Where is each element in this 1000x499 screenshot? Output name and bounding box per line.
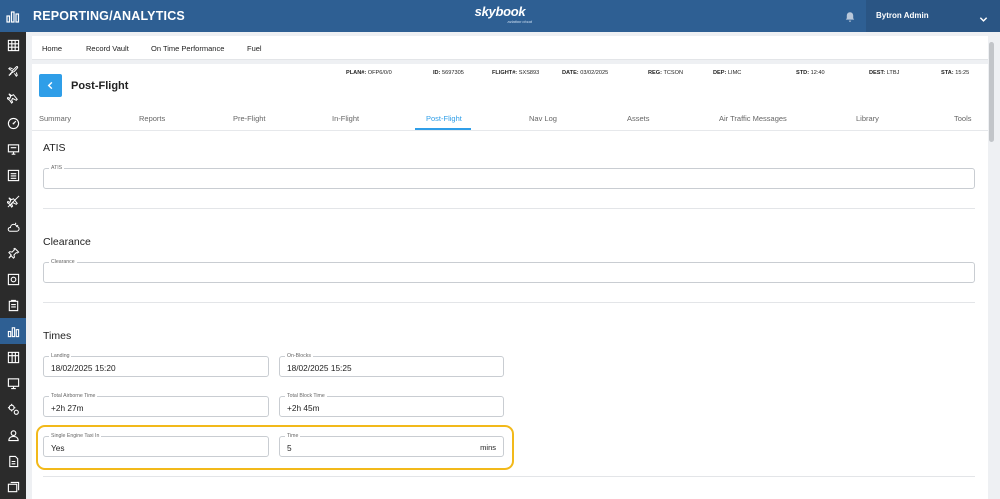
section-title-times: Times bbox=[43, 330, 72, 342]
clipboard-icon[interactable] bbox=[0, 292, 26, 318]
atis-field[interactable]: ATIS bbox=[43, 165, 975, 189]
clearance-field[interactable]: Clearance bbox=[43, 259, 975, 283]
app-title: REPORTING/ANALYTICS bbox=[33, 9, 185, 23]
plane-alt-icon[interactable] bbox=[0, 84, 26, 110]
info-dest: DEST: LTBJ bbox=[869, 70, 900, 76]
document-icon[interactable] bbox=[0, 448, 26, 474]
plane-icon[interactable] bbox=[0, 58, 26, 84]
info-id: ID: 5697305 bbox=[433, 70, 464, 76]
chevron-down-icon bbox=[979, 11, 988, 22]
section-divider bbox=[43, 302, 975, 303]
weather-icon[interactable] bbox=[0, 214, 26, 240]
subnav-record-vault[interactable]: Record Vault bbox=[86, 44, 129, 53]
top-bar: REPORTING/ANALYTICS skybook aviation clo… bbox=[0, 0, 1000, 32]
tabs-divider bbox=[32, 130, 988, 131]
total-airborne-time-label: Total Airborne Time bbox=[49, 393, 98, 399]
section-divider bbox=[43, 208, 975, 209]
brand-logo: skybook aviation cloud bbox=[468, 4, 532, 25]
sidebar bbox=[0, 32, 26, 499]
chart-box-icon[interactable] bbox=[0, 266, 26, 292]
back-button[interactable] bbox=[39, 74, 62, 97]
tab-in-flight[interactable]: In-Flight bbox=[332, 114, 359, 123]
atis-label: ATIS bbox=[49, 165, 65, 171]
landing-label: Landing bbox=[49, 353, 72, 359]
settings-icon[interactable] bbox=[0, 396, 26, 422]
user-menu[interactable]: Bytron Admin bbox=[866, 0, 1000, 32]
info-reg: REG: TCSON bbox=[648, 70, 684, 76]
brand-name: skybook bbox=[474, 4, 526, 19]
images-icon[interactable] bbox=[0, 474, 26, 499]
tab-pre-flight[interactable]: Pre-Flight bbox=[233, 114, 266, 123]
user-icon[interactable] bbox=[0, 422, 26, 448]
gauge-icon[interactable] bbox=[0, 110, 26, 136]
tab-summary[interactable]: Summary bbox=[39, 114, 71, 123]
total-airborne-time-value: +2h 27m bbox=[51, 403, 84, 413]
info-dep: DEP: LIMC bbox=[713, 70, 742, 76]
landing-value: 18/02/2025 15:20 bbox=[51, 363, 116, 373]
section-divider bbox=[43, 476, 975, 477]
brand-tagline: aviation cloud bbox=[507, 19, 532, 24]
list-icon[interactable] bbox=[0, 162, 26, 188]
clearance-label: Clearance bbox=[49, 259, 77, 265]
subnav-fuel[interactable]: Fuel bbox=[247, 44, 262, 53]
crossed-plane-icon[interactable] bbox=[0, 188, 26, 214]
highlight-box bbox=[36, 425, 514, 470]
info-sta: STA: 15:25 bbox=[941, 70, 970, 76]
notification-bell-icon[interactable] bbox=[844, 10, 856, 22]
section-title-clearance: Clearance bbox=[43, 236, 91, 248]
analytics-logo-icon[interactable] bbox=[0, 0, 26, 32]
info-flight: FLIGHT#: SXS893 bbox=[492, 70, 540, 76]
table-icon[interactable] bbox=[0, 344, 26, 370]
tab-library[interactable]: Library bbox=[856, 114, 879, 123]
subnav-home[interactable]: Home bbox=[42, 44, 62, 53]
total-block-time-field[interactable]: Total Block Time +2h 45m bbox=[279, 393, 504, 417]
tab-tools[interactable]: Tools bbox=[954, 114, 972, 123]
user-name: Bytron Admin bbox=[876, 11, 929, 20]
info-std: STD: 12:40 bbox=[796, 70, 825, 76]
page-title: Post-Flight bbox=[71, 80, 129, 92]
section-title-atis: ATIS bbox=[43, 142, 66, 154]
tab-post-flight[interactable]: Post-Flight bbox=[426, 114, 462, 123]
sub-navigation: Home Record Vault On Time Performance Fu… bbox=[32, 36, 988, 60]
on-blocks-value: 18/02/2025 15:25 bbox=[287, 363, 352, 373]
on-blocks-label: On-Blocks bbox=[285, 353, 313, 359]
tab-reports[interactable]: Reports bbox=[139, 114, 165, 123]
tab-air-traffic-messages[interactable]: Air Traffic Messages bbox=[719, 114, 787, 123]
vertical-scrollbar[interactable] bbox=[989, 42, 994, 142]
on-blocks-field[interactable]: On-Blocks 18/02/2025 15:25 bbox=[279, 353, 504, 377]
analytics-icon[interactable] bbox=[0, 318, 26, 344]
monitor-icon[interactable] bbox=[0, 136, 26, 162]
tab-nav-log[interactable]: Nav Log bbox=[529, 114, 557, 123]
grid-icon[interactable] bbox=[0, 32, 26, 58]
total-airborne-time-field[interactable]: Total Airborne Time +2h 27m bbox=[43, 393, 269, 417]
info-plan: PLAN#: OFP6/0/0 bbox=[346, 70, 392, 76]
subnav-on-time-performance[interactable]: On Time Performance bbox=[151, 44, 224, 53]
total-block-time-value: +2h 45m bbox=[287, 403, 320, 413]
info-date: DATE: 03/02/2025 bbox=[562, 70, 609, 76]
landing-field[interactable]: Landing 18/02/2025 15:20 bbox=[43, 353, 269, 377]
pin-icon[interactable] bbox=[0, 240, 26, 266]
screen-icon[interactable] bbox=[0, 370, 26, 396]
total-block-time-label: Total Block Time bbox=[285, 393, 327, 399]
tab-assets[interactable]: Assets bbox=[627, 114, 650, 123]
chevron-left-icon bbox=[47, 81, 53, 90]
